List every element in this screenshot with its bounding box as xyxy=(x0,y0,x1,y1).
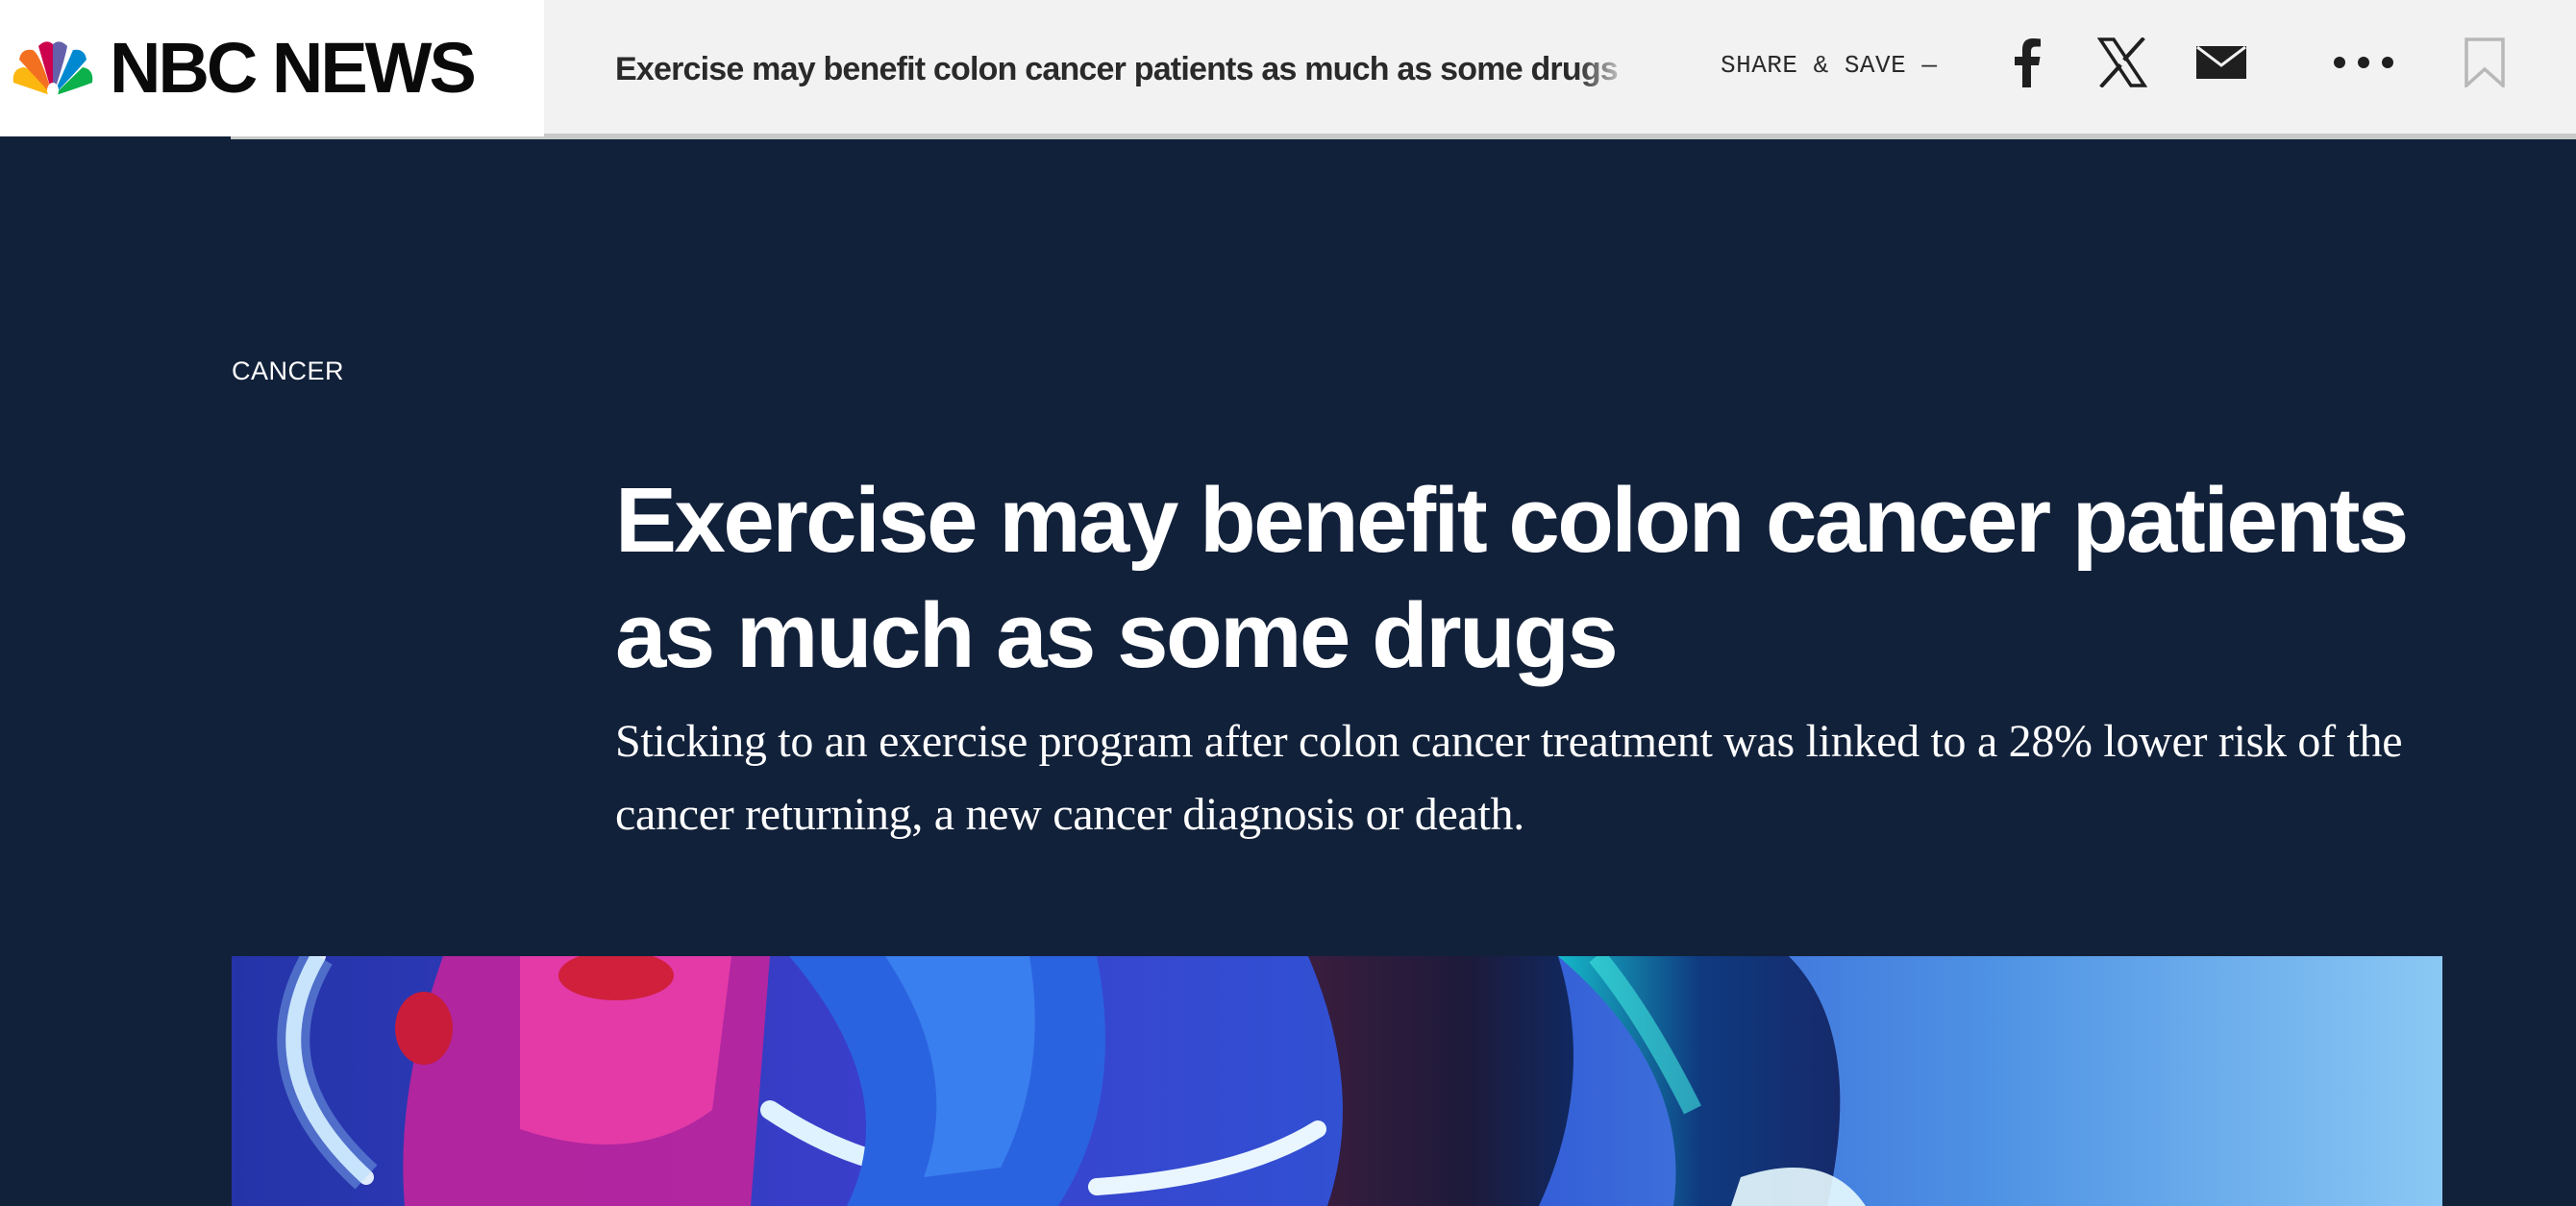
hero-image xyxy=(232,956,2442,1206)
nbc-news-logo[interactable]: NBC NEWS xyxy=(0,0,544,136)
x-icon xyxy=(2097,37,2147,87)
facebook-share-button[interactable] xyxy=(1994,29,2061,96)
article-headline: Exercise may benefit colon cancer patien… xyxy=(615,469,2409,687)
sticky-article-title: Exercise may benefit colon cancer patien… xyxy=(615,45,1634,93)
share-save-label: SHARE & SAVE — xyxy=(1721,51,1938,80)
more-options-button[interactable] xyxy=(2330,29,2397,96)
more-icon xyxy=(2334,57,2393,68)
email-share-button[interactable] xyxy=(2188,29,2255,96)
save-bookmark-button[interactable] xyxy=(2451,29,2518,96)
article-hero: CANCER Exercise may benefit colon cancer… xyxy=(0,136,2576,1206)
logo-wordmark: NBC NEWS xyxy=(110,28,477,108)
header-divider xyxy=(231,136,2576,139)
sticky-header: NBC NEWS Exercise may benefit colon canc… xyxy=(0,0,2576,136)
mail-icon xyxy=(2196,46,2246,79)
hero-image-illustration xyxy=(232,956,2442,1206)
article-dek: Sticking to an exercise program after co… xyxy=(615,716,2403,840)
bookmark-icon xyxy=(2465,37,2505,87)
section-label-cancer[interactable]: CANCER xyxy=(232,356,344,386)
x-share-button[interactable] xyxy=(2089,29,2156,96)
peacock-logo-icon xyxy=(12,41,93,98)
facebook-icon xyxy=(2015,38,2041,87)
